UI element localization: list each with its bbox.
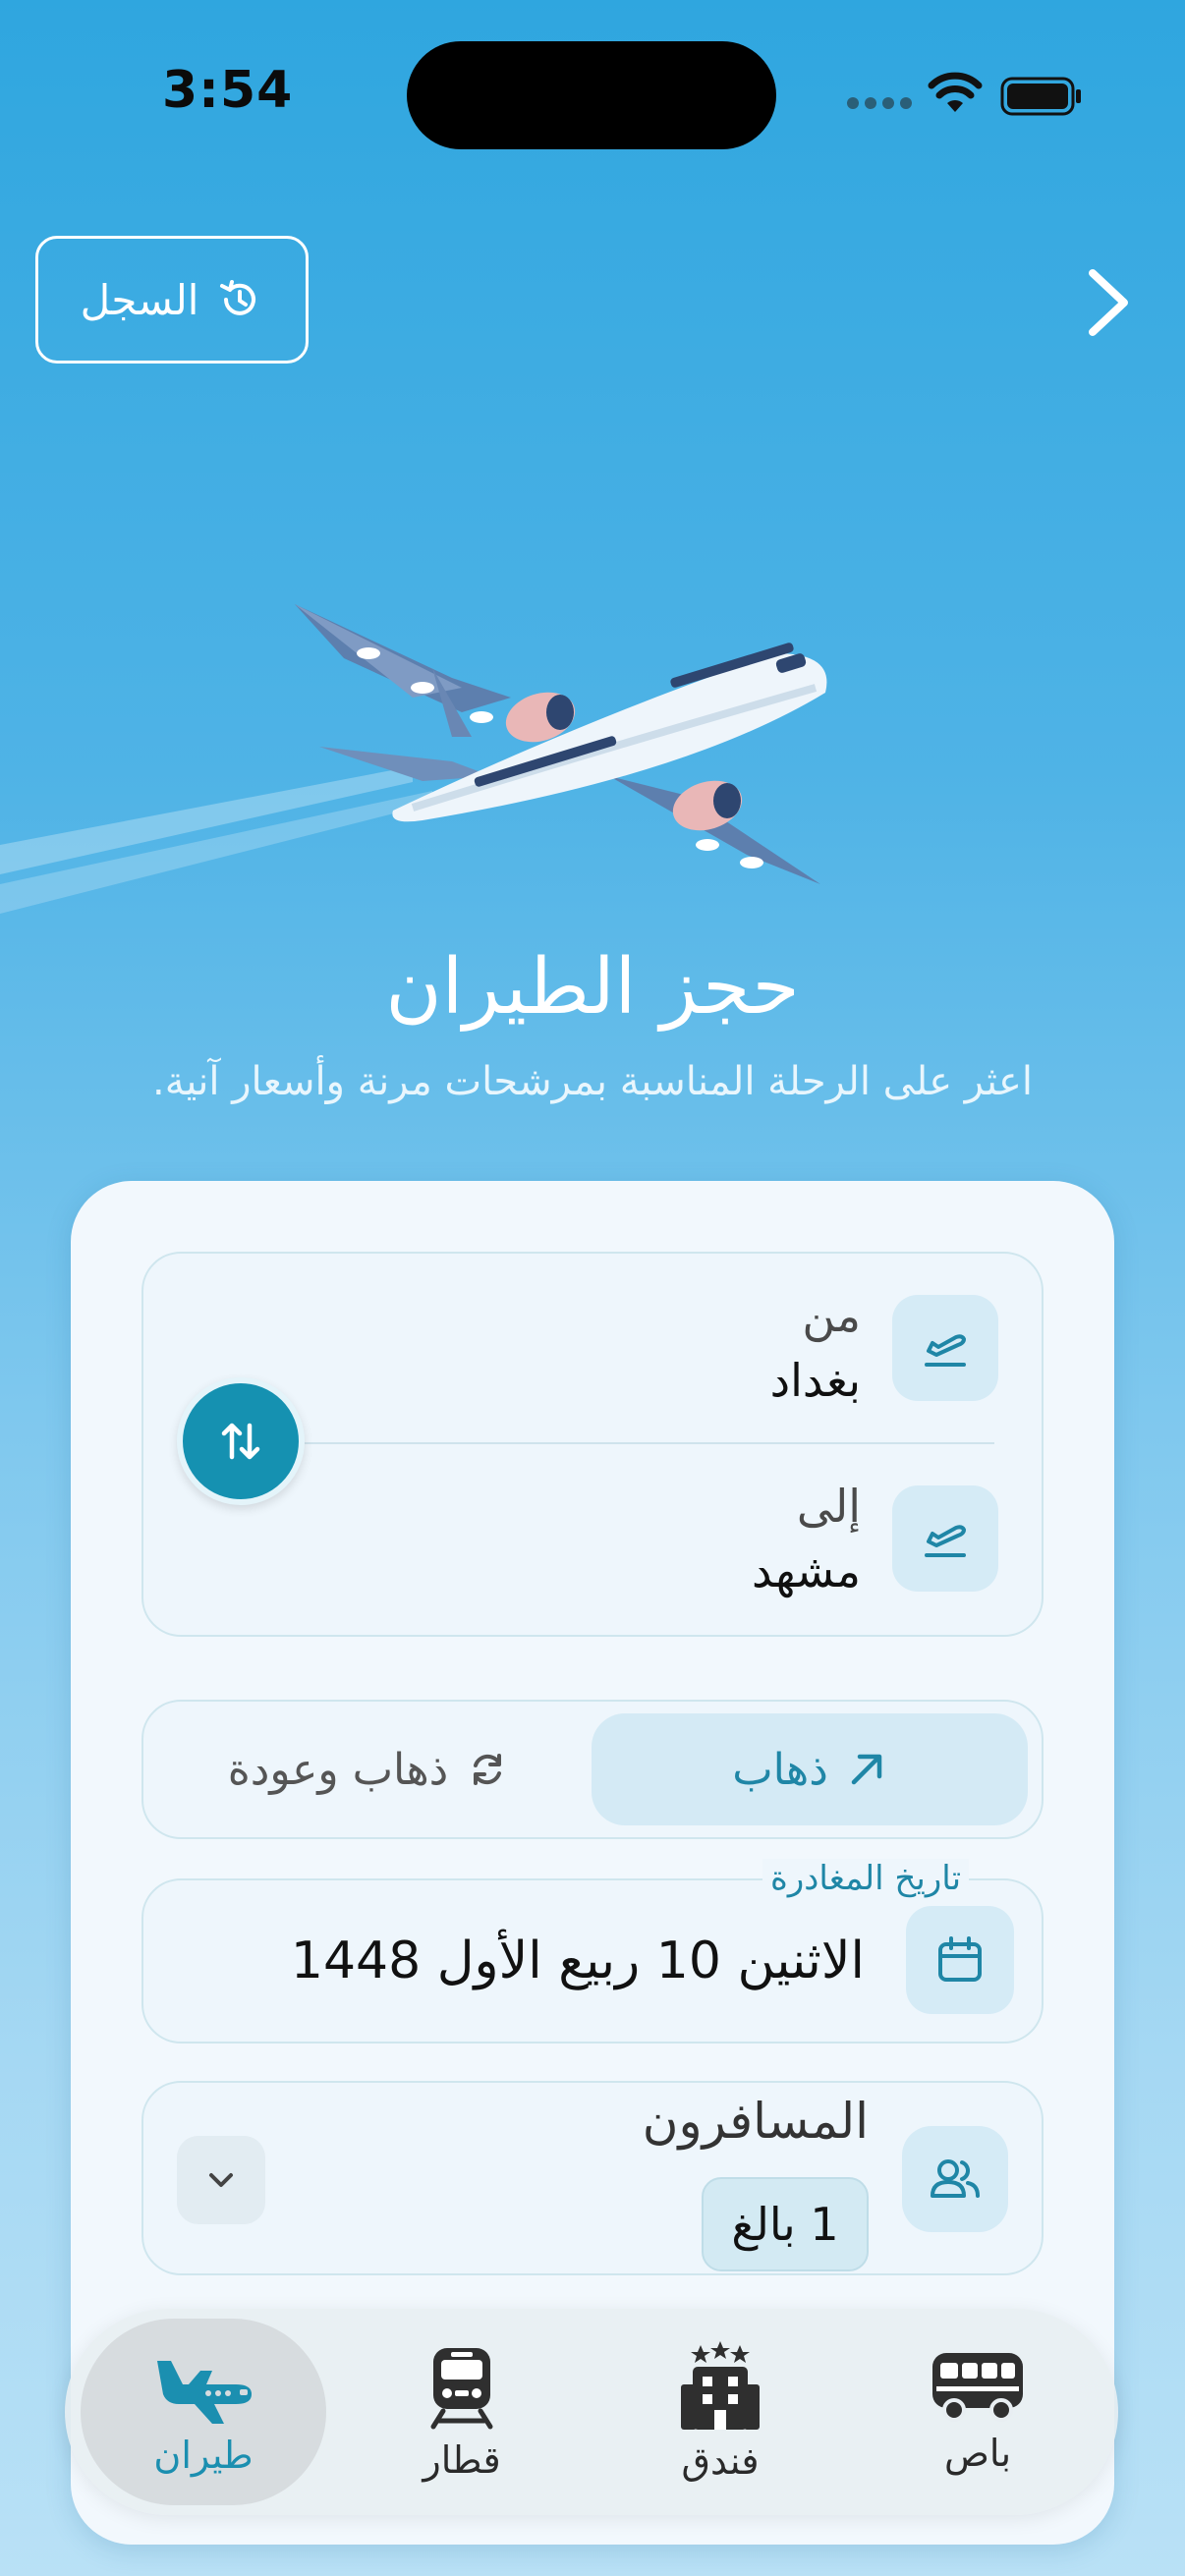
swap-route-button[interactable]: [177, 1377, 305, 1505]
passengers-icon-box: [902, 2126, 1008, 2232]
tab-flights-label: طيران: [153, 2434, 254, 2477]
swap-vertical-icon: [221, 1423, 260, 1460]
to-value[interactable]: مشهد: [590, 1544, 861, 1597]
chevron-right-icon[interactable]: [1081, 265, 1136, 340]
passengers-label: المسافرون: [642, 2093, 869, 2150]
from-label: من: [802, 1289, 861, 1342]
from-value[interactable]: بغداد: [590, 1354, 861, 1407]
calendar-icon: [938, 1936, 982, 1982]
train-icon: [430, 2348, 493, 2430]
dynamic-island: [407, 41, 776, 149]
cellular-signal-icon: [847, 97, 912, 109]
passengers-dropdown-button[interactable]: [177, 2136, 265, 2224]
history-icon: [220, 280, 256, 315]
takeoff-icon: [925, 1334, 966, 1367]
page-title: حجز الطيران: [385, 943, 800, 1032]
refresh-icon: [474, 1754, 502, 1785]
trip-one-way-label: ذهاب: [732, 1744, 828, 1795]
route-divider: [305, 1442, 994, 1444]
hotel-icon: [681, 2341, 760, 2430]
passengers-count-chip[interactable]: 1 بالغ: [702, 2177, 869, 2271]
departure-date-value: الاثنين 10 ربيع الأول 1448: [290, 1932, 865, 1990]
tab-train-label: قطار: [423, 2438, 501, 2482]
users-icon: [931, 2159, 980, 2198]
trip-round-option[interactable]: ذهاب وعودة: [157, 1713, 580, 1825]
tab-hotel[interactable]: فندق: [597, 2319, 843, 2505]
tab-hotel-label: فندق: [681, 2439, 760, 2483]
history-label: السجل: [80, 275, 199, 324]
to-label: إلى: [796, 1480, 861, 1533]
chevron-down-icon: [209, 2173, 233, 2187]
tab-bus[interactable]: باص: [855, 2319, 1100, 2505]
trip-round-label: ذهاب وعودة: [227, 1744, 449, 1795]
bus-icon: [932, 2353, 1023, 2422]
takeoff-icon: [925, 1525, 966, 1557]
page-subtitle: اعثر على الرحلة المناسبة بمرشحات مرنة وأ…: [152, 1059, 1033, 1104]
trip-one-way-option[interactable]: ذهاب: [592, 1713, 1028, 1825]
tab-train[interactable]: قطار: [339, 2319, 585, 2505]
tab-bus-label: باص: [943, 2432, 1012, 2475]
from-field-icon-box[interactable]: [892, 1295, 998, 1401]
departure-caption: تاريخ المغادرة: [762, 1859, 970, 1898]
airplane-illustration: [0, 604, 827, 914]
wifi-icon: [928, 72, 983, 112]
arrow-up-right-icon: [851, 1754, 882, 1785]
status-time: 3:54: [162, 61, 294, 120]
battery-icon: [1000, 77, 1081, 116]
tab-flights[interactable]: طيران: [81, 2319, 326, 2505]
plane-icon: [157, 2361, 252, 2424]
to-field-icon-box[interactable]: [892, 1485, 998, 1592]
history-button[interactable]: السجل: [35, 236, 309, 364]
calendar-icon-box[interactable]: [906, 1906, 1014, 2014]
